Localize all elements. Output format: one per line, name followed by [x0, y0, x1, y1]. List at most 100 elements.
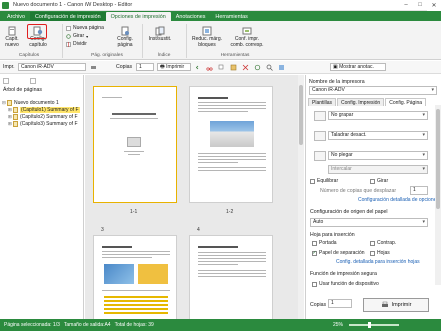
balance-checkbox[interactable]: Equilibrar — [310, 178, 338, 184]
sheets-label: Hojas — [377, 250, 390, 256]
page-settings-button[interactable]: Config. página — [113, 26, 137, 48]
show-annotations-button[interactable]: ▣ Mostrar anotac. — [330, 63, 386, 71]
page-settings-icon — [121, 26, 129, 36]
new-chapter-label: Capít. nuevo — [5, 36, 19, 48]
split-button[interactable]: Dividir — [66, 41, 87, 47]
tree-root[interactable]: ⊟ Nuevo documento 1 — [2, 99, 59, 106]
new-chapter-icon — [8, 26, 16, 36]
cover-checkbox[interactable]: Portada — [312, 240, 337, 246]
printer-name-select[interactable]: Canon iR-ADV ▾ — [309, 86, 437, 95]
tab-anotaciones[interactable]: Anotaciones — [171, 12, 211, 21]
close-icon[interactable]: ✕ — [427, 0, 441, 11]
refresh-icon[interactable] — [254, 64, 261, 71]
tree-expand-icon[interactable] — [3, 78, 9, 84]
page-thumbnail[interactable] — [93, 235, 177, 319]
back-cover-label: Contrap. — [377, 240, 397, 246]
page-settings-label: Config. página — [117, 36, 133, 48]
tab-config-impresion[interactable]: Config. Impresión — [337, 98, 385, 106]
rotate-button[interactable]: Girar ▾ — [66, 33, 88, 39]
copies-input[interactable]: 1 — [136, 63, 154, 71]
tree-chapter-2[interactable]: ⊞ (Capítulo2) Summary of F — [8, 113, 78, 120]
cut-icon[interactable] — [206, 64, 213, 71]
maximize-icon[interactable]: □ — [413, 0, 427, 11]
print-toolbar-button[interactable]: 🖶 Imprimir — [157, 63, 191, 71]
insert-replace-button[interactable]: Inst/sustit. — [147, 26, 173, 43]
insert-replace-icon — [155, 26, 165, 36]
ribbon-tabs: Archivo Configuración de impresión Opcio… — [0, 11, 441, 21]
reduce-margins-button[interactable]: Reduc. márg. bloques — [190, 26, 224, 48]
reduce-margins-icon — [202, 26, 212, 36]
scroll-thumb[interactable] — [299, 85, 303, 145]
zoom-slider-handle[interactable] — [368, 321, 371, 328]
staple-value: No grapar — [331, 112, 354, 118]
balance-label: Equilibrar — [317, 178, 339, 184]
split-label: Dividir — [73, 41, 87, 47]
paste-icon[interactable] — [230, 64, 237, 71]
insert-replace-label: Inst/sustit. — [148, 36, 172, 42]
punch-icon — [314, 131, 326, 141]
tree-collapse-icon[interactable] — [30, 78, 36, 84]
offset-copies-input[interactable]: 1 — [410, 186, 428, 195]
detailed-options-link[interactable]: Configuración detallada de opciones — [358, 197, 439, 203]
tab-config-pagina[interactable]: Config. Página — [385, 98, 427, 106]
printer-name-value: Canon iR-ADV — [312, 87, 345, 93]
printer-properties-icon[interactable] — [90, 64, 97, 71]
page-thumbnail[interactable] — [93, 86, 177, 203]
page-thumbnail[interactable] — [189, 235, 273, 319]
page-tree-title: Árbol de páginas — [3, 87, 42, 93]
settings-scrollbar[interactable] — [435, 105, 441, 285]
settings-tabs: Plantillas Config. Impresión Config. Pág… — [308, 98, 427, 106]
staple-icon — [314, 111, 326, 121]
document-icon — [7, 99, 12, 106]
new-chapter-button[interactable]: Capít. nuevo — [3, 26, 21, 48]
collate-select[interactable]: Intercalar ▾ — [328, 165, 428, 174]
paper-source-select[interactable]: Auto ▾ — [310, 218, 428, 227]
center-scrollbar[interactable] — [298, 75, 304, 319]
device-function-checkbox[interactable]: Usar función de dispositivo — [312, 281, 379, 287]
search-icon[interactable] — [266, 64, 273, 71]
staple-select[interactable]: No grapar ▾ — [328, 111, 428, 120]
printer-select[interactable]: Canon iR-ADV — [18, 63, 86, 71]
folder-icon — [13, 106, 18, 113]
new-page-button[interactable]: Nueva página — [66, 25, 104, 31]
copies-label: Copias — [116, 64, 133, 70]
new-page-icon — [66, 25, 71, 31]
zoom-slider[interactable] — [349, 324, 399, 326]
tab-plantillas[interactable]: Plantillas — [308, 98, 337, 106]
merge-print-button[interactable]: Conf. impr. comb. corresp. — [228, 26, 266, 48]
fold-select[interactable]: No plegar ▾ — [328, 151, 428, 160]
tab-opciones-impresion[interactable]: Opciones de impresión — [105, 12, 171, 21]
paper-source-value: Auto — [313, 219, 324, 225]
separator-checkbox[interactable]: ✓ Papel de separación — [312, 250, 365, 256]
fold-icon — [314, 151, 326, 161]
copies-label: Copias — [310, 302, 327, 308]
printer-icon — [381, 301, 388, 307]
view-icon[interactable] — [278, 64, 285, 71]
copies-input[interactable]: 1 — [328, 299, 352, 308]
scroll-thumb[interactable] — [436, 109, 440, 209]
highlight-box — [27, 24, 47, 39]
punch-select[interactable]: Taladrar desact. ▾ — [328, 131, 428, 140]
page-number: 1-1 — [130, 209, 138, 215]
tab-archivo[interactable]: Archivo — [2, 12, 30, 21]
rotate-checkbox[interactable]: Girar — [370, 178, 388, 184]
zoom-level: 25% — [333, 322, 344, 328]
punch-value: Taladrar desact. — [331, 132, 367, 138]
sheets-checkbox[interactable]: Hojas — [370, 250, 390, 256]
rotate-icon — [66, 33, 71, 39]
tab-herramientas[interactable]: Herramientas — [210, 12, 252, 21]
print-button[interactable]: Imprimir — [363, 298, 429, 312]
page-thumbnail[interactable] — [189, 86, 273, 203]
tree-label: Nuevo documento 1 — [14, 99, 59, 106]
insert-details-link[interactable]: Config. detallada para inserción hojas — [336, 259, 420, 265]
tree-label: (Capítulo3) Summary of F — [20, 120, 78, 127]
tree-chapter-3[interactable]: ⊞ (Capítulo3) Summary of F — [8, 120, 78, 127]
copy-icon[interactable] — [218, 64, 225, 71]
tree-chapter-1[interactable]: ⊞ (Capítulo1) Summary of F — [8, 106, 80, 113]
tab-config-impresion[interactable]: Configuración de impresión — [29, 12, 106, 21]
delete-icon[interactable] — [242, 64, 249, 71]
undo-icon[interactable] — [196, 64, 203, 71]
minimize-icon[interactable]: – — [399, 0, 413, 11]
insert-sheet-label: Hoja para inserción — [310, 232, 355, 238]
back-cover-checkbox[interactable]: Contrap. — [370, 240, 396, 246]
